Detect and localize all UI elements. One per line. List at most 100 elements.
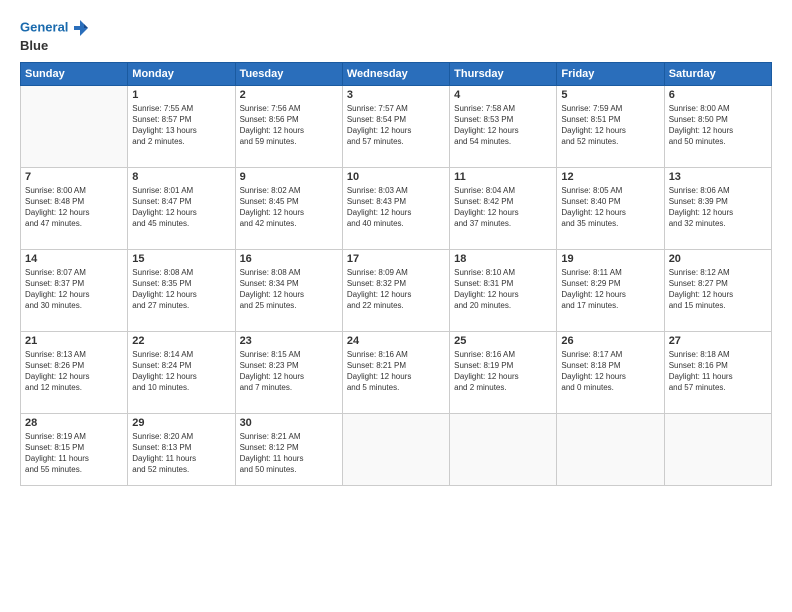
calendar-cell: [557, 413, 664, 485]
day-info: Sunrise: 8:13 AMSunset: 8:26 PMDaylight:…: [25, 349, 123, 394]
col-header-saturday: Saturday: [664, 62, 771, 85]
day-info: Sunrise: 8:00 AMSunset: 8:50 PMDaylight:…: [669, 103, 767, 148]
week-row-4: 28 Sunrise: 8:19 AMSunset: 8:15 PMDayligh…: [21, 413, 772, 485]
calendar-cell: [342, 413, 449, 485]
day-info: Sunrise: 8:16 AMSunset: 8:21 PMDaylight:…: [347, 349, 445, 394]
week-row-1: 7 Sunrise: 8:00 AMSunset: 8:48 PMDaylight…: [21, 167, 772, 249]
calendar-cell: 18 Sunrise: 8:10 AMSunset: 8:31 PMDayligh…: [450, 249, 557, 331]
calendar-cell: [450, 413, 557, 485]
day-number: 29: [132, 417, 230, 429]
day-number: 12: [561, 171, 659, 183]
calendar-cell: [21, 85, 128, 167]
logo-text: GeneralBlue: [20, 18, 90, 54]
calendar-cell: 24 Sunrise: 8:16 AMSunset: 8:21 PMDayligh…: [342, 331, 449, 413]
day-info: Sunrise: 7:56 AMSunset: 8:56 PMDaylight:…: [240, 103, 338, 148]
day-number: 22: [132, 335, 230, 347]
calendar-cell: 30 Sunrise: 8:21 AMSunset: 8:12 PMDayligh…: [235, 413, 342, 485]
day-number: 6: [669, 89, 767, 101]
calendar-cell: 23Sunrise: 8:15 AMSunset: 8:23 PMDayligh…: [235, 331, 342, 413]
day-info: Sunrise: 8:08 AMSunset: 8:35 PMDaylight:…: [132, 267, 230, 312]
calendar-cell: 14 Sunrise: 8:07 AMSunset: 8:37 PMDayligh…: [21, 249, 128, 331]
day-info: Sunrise: 8:05 AMSunset: 8:40 PMDaylight:…: [561, 185, 659, 230]
week-row-3: 21Sunrise: 8:13 AMSunset: 8:26 PMDayligh…: [21, 331, 772, 413]
day-info: Sunrise: 8:21 AMSunset: 8:12 PMDaylight:…: [240, 431, 338, 476]
calendar-cell: 8 Sunrise: 8:01 AMSunset: 8:47 PMDaylight…: [128, 167, 235, 249]
day-number: 7: [25, 171, 123, 183]
col-header-wednesday: Wednesday: [342, 62, 449, 85]
col-header-monday: Monday: [128, 62, 235, 85]
calendar-cell: 28 Sunrise: 8:19 AMSunset: 8:15 PMDayligh…: [21, 413, 128, 485]
day-info: Sunrise: 7:57 AMSunset: 8:54 PMDaylight:…: [347, 103, 445, 148]
calendar-cell: 27 Sunrise: 8:18 AMSunset: 8:16 PMDayligh…: [664, 331, 771, 413]
day-info: Sunrise: 8:16 AMSunset: 8:19 PMDaylight:…: [454, 349, 552, 394]
calendar-cell: 22 Sunrise: 8:14 AMSunset: 8:24 PMDayligh…: [128, 331, 235, 413]
day-info: Sunrise: 8:09 AMSunset: 8:32 PMDaylight:…: [347, 267, 445, 312]
day-info: Sunrise: 8:19 AMSunset: 8:15 PMDaylight:…: [25, 431, 123, 476]
day-number: 14: [25, 253, 123, 265]
day-info: Sunrise: 8:11 AMSunset: 8:29 PMDaylight:…: [561, 267, 659, 312]
day-info: Sunrise: 8:01 AMSunset: 8:47 PMDaylight:…: [132, 185, 230, 230]
day-number: 16: [240, 253, 338, 265]
day-info: Sunrise: 8:17 AMSunset: 8:18 PMDaylight:…: [561, 349, 659, 394]
calendar-cell: 3 Sunrise: 7:57 AMSunset: 8:54 PMDaylight…: [342, 85, 449, 167]
calendar-cell: 2 Sunrise: 7:56 AMSunset: 8:56 PMDaylight…: [235, 85, 342, 167]
day-number: 4: [454, 89, 552, 101]
day-info: Sunrise: 8:07 AMSunset: 8:37 PMDaylight:…: [25, 267, 123, 312]
day-number: 19: [561, 253, 659, 265]
day-number: 27: [669, 335, 767, 347]
day-number: 28: [25, 417, 123, 429]
calendar-table: SundayMondayTuesdayWednesdayThursdayFrid…: [20, 62, 772, 486]
calendar-cell: 19 Sunrise: 8:11 AMSunset: 8:29 PMDayligh…: [557, 249, 664, 331]
col-header-tuesday: Tuesday: [235, 62, 342, 85]
day-info: Sunrise: 8:08 AMSunset: 8:34 PMDaylight:…: [240, 267, 338, 312]
calendar-cell: 7 Sunrise: 8:00 AMSunset: 8:48 PMDaylight…: [21, 167, 128, 249]
week-row-2: 14 Sunrise: 8:07 AMSunset: 8:37 PMDayligh…: [21, 249, 772, 331]
day-info: Sunrise: 8:20 AMSunset: 8:13 PMDaylight:…: [132, 431, 230, 476]
calendar-cell: 16 Sunrise: 8:08 AMSunset: 8:34 PMDayligh…: [235, 249, 342, 331]
day-info: Sunrise: 8:03 AMSunset: 8:43 PMDaylight:…: [347, 185, 445, 230]
day-number: 3: [347, 89, 445, 101]
calendar-cell: 5 Sunrise: 7:59 AMSunset: 8:51 PMDaylight…: [557, 85, 664, 167]
calendar-cell: 17 Sunrise: 8:09 AMSunset: 8:32 PMDayligh…: [342, 249, 449, 331]
day-info: Sunrise: 8:04 AMSunset: 8:42 PMDaylight:…: [454, 185, 552, 230]
day-info: Sunrise: 8:14 AMSunset: 8:24 PMDaylight:…: [132, 349, 230, 394]
day-number: 24: [347, 335, 445, 347]
day-number: 30: [240, 417, 338, 429]
day-info: Sunrise: 7:59 AMSunset: 8:51 PMDaylight:…: [561, 103, 659, 148]
day-number: 15: [132, 253, 230, 265]
calendar-cell: 4 Sunrise: 7:58 AMSunset: 8:53 PMDaylight…: [450, 85, 557, 167]
day-info: Sunrise: 7:58 AMSunset: 8:53 PMDaylight:…: [454, 103, 552, 148]
day-number: 2: [240, 89, 338, 101]
calendar-cell: 13 Sunrise: 8:06 AMSunset: 8:39 PMDayligh…: [664, 167, 771, 249]
day-number: 17: [347, 253, 445, 265]
day-number: 25: [454, 335, 552, 347]
day-number: 9: [240, 171, 338, 183]
day-info: Sunrise: 7:55 AMSunset: 8:57 PMDaylight:…: [132, 103, 230, 148]
day-info: Sunrise: 8:06 AMSunset: 8:39 PMDaylight:…: [669, 185, 767, 230]
day-info: Sunrise: 8:00 AMSunset: 8:48 PMDaylight:…: [25, 185, 123, 230]
day-number: 1: [132, 89, 230, 101]
week-row-0: 1 Sunrise: 7:55 AMSunset: 8:57 PMDaylight…: [21, 85, 772, 167]
calendar-cell: 9 Sunrise: 8:02 AMSunset: 8:45 PMDaylight…: [235, 167, 342, 249]
day-number: 26: [561, 335, 659, 347]
day-number: 11: [454, 171, 552, 183]
calendar-header-row: SundayMondayTuesdayWednesdayThursdayFrid…: [21, 62, 772, 85]
day-number: 20: [669, 253, 767, 265]
calendar-cell: 6 Sunrise: 8:00 AMSunset: 8:50 PMDaylight…: [664, 85, 771, 167]
day-info: Sunrise: 8:18 AMSunset: 8:16 PMDaylight:…: [669, 349, 767, 394]
day-number: 23: [240, 335, 338, 347]
calendar-cell: 21Sunrise: 8:13 AMSunset: 8:26 PMDayligh…: [21, 331, 128, 413]
calendar-cell: 10Sunrise: 8:03 AMSunset: 8:43 PMDayligh…: [342, 167, 449, 249]
day-number: 5: [561, 89, 659, 101]
day-info: Sunrise: 8:12 AMSunset: 8:27 PMDaylight:…: [669, 267, 767, 312]
day-number: 8: [132, 171, 230, 183]
logo: GeneralBlue: [20, 18, 90, 54]
calendar-cell: [664, 413, 771, 485]
day-info: Sunrise: 8:10 AMSunset: 8:31 PMDaylight:…: [454, 267, 552, 312]
day-number: 13: [669, 171, 767, 183]
calendar-cell: 25 Sunrise: 8:16 AMSunset: 8:19 PMDayligh…: [450, 331, 557, 413]
day-info: Sunrise: 8:02 AMSunset: 8:45 PMDaylight:…: [240, 185, 338, 230]
col-header-friday: Friday: [557, 62, 664, 85]
day-number: 18: [454, 253, 552, 265]
calendar-cell: 20 Sunrise: 8:12 AMSunset: 8:27 PMDayligh…: [664, 249, 771, 331]
